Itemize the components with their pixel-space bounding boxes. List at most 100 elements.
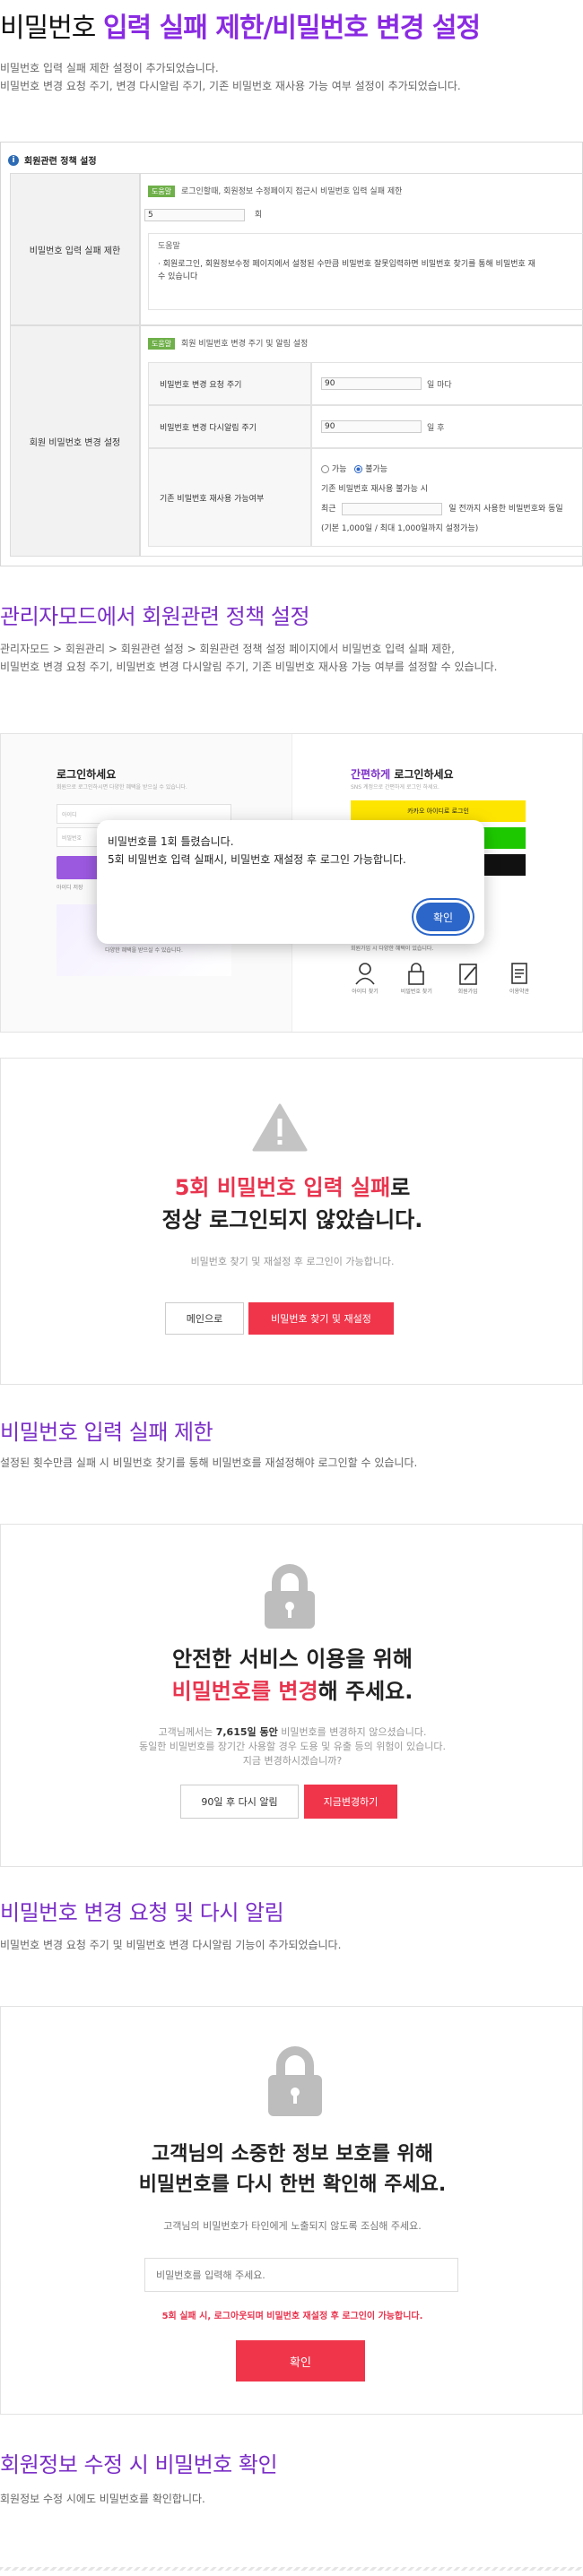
lock-shackle: [276, 2046, 314, 2079]
fail-headline-rest: 로: [390, 1175, 411, 1200]
change-headline: 안전한 서비스 이용을 위해 비밀번호를 변경해 주세요.: [1, 1643, 583, 1707]
reuse-radio-group: 가능 불가능: [321, 460, 575, 480]
confirm-headline-line2: 비밀번호를 다시 한번 확인해 주세요.: [138, 2174, 447, 2196]
login-right-title: 간편하게 로그인하세요: [351, 766, 454, 782]
fail-count-input[interactable]: 5: [144, 208, 245, 221]
change-headline-line1: 안전한 서비스 이용을 위해: [172, 1647, 413, 1672]
promo-caption2: 다양한 혜택을 받으실 수 있습니다.: [105, 947, 183, 954]
find-password-icon: [408, 963, 425, 985]
row1-label-cell: 비밀번호 입력 실패 제한: [10, 173, 140, 325]
change-now-button[interactable]: 지금변경하기: [304, 1785, 397, 1819]
section1-desc: 관리자모드 > 회원관리 > 회원관련 설정 > 회원관련 정책 설정 페이지에…: [0, 640, 579, 676]
page-desc-line1: 비밀번호 입력 실패 제한 설정이 추가되었습니다.: [0, 62, 219, 74]
sub2-label-cell: 비밀번호 변경 다시알림 주기: [148, 405, 311, 448]
page: 비밀번호 입력 실패 제한/비밀번호 변경 설정 비밀번호 입력 실패 제한 설…: [0, 0, 583, 2576]
change-info-line1: 고객님께서는 7,615일 동안 비밀번호를 변경하지 않으셨습니다.: [1, 1725, 583, 1740]
help-box-title: 도움말: [158, 242, 180, 251]
remind-cycle-unit: 일 후: [427, 423, 445, 433]
row2-label-cell: 회원 비밀번호 변경 설정: [10, 325, 140, 557]
reuse-days-row: 최근 일 전까지 사용한 비밀번호와 동일: [321, 499, 575, 519]
password-change-card: 안전한 서비스 이용을 위해 비밀번호를 변경해 주세요. 고객님께서는 7,6…: [0, 1524, 583, 1867]
lock-keyhole-stem: [288, 1609, 292, 1618]
help-box-line1: · 회원로그인, 회원정보수정 페이지에서 설정된 수만큼 비밀번호 잘못입력하…: [158, 260, 535, 269]
change-cycle-input[interactable]: 90: [321, 377, 422, 390]
radio-possible[interactable]: [321, 465, 329, 473]
dialog-line1: 비밀번호를 1회 틀렸습니다.: [108, 835, 234, 848]
find-password-label: 비밀번호 찾기: [400, 989, 432, 995]
sub3-value-cell: 가능 불가능 기존 비밀번호 재사용 불가능 시 최근 일 전까지 사용한 비밀…: [311, 448, 583, 547]
terms-icon: [511, 963, 527, 984]
password-error-dialog: 비밀번호를 1회 틀렸습니다. 5회 비밀번호 입력 실패시, 비밀번호 재설정…: [97, 820, 484, 944]
help-tag: 도움말: [148, 186, 176, 197]
reuse-days-prefix: 최근: [321, 505, 336, 514]
change-cycle-unit: 일 마다: [427, 380, 452, 390]
dialog-confirm-button[interactable]: 확인: [416, 903, 470, 931]
sub2-value-cell: 90 일 후: [311, 405, 583, 448]
page-title-plain: 비밀번호: [0, 13, 96, 44]
reuse-note: 기존 비밀번호 재사용 불가능 시: [321, 485, 429, 494]
section4-desc: 회원정보 수정 시에도 비밀번호를 확인합니다.: [0, 2493, 205, 2505]
radio-impossible-label: 불가능: [365, 465, 388, 474]
section1-desc-line1: 관리자모드 > 회원관리 > 회원관련 설정 > 회원관련 정책 설정 페이지에…: [0, 643, 455, 655]
join-icon: [458, 964, 477, 985]
remind-later-button[interactable]: 90일 후 다시 알림: [180, 1785, 299, 1819]
login-left-sub: 회원으로 로그인하시면 다양한 혜택을 받으실 수 있습니다.: [57, 784, 187, 791]
login-right-caption: 회원가입 시 다양한 혜택이 있습니다.: [351, 946, 434, 952]
section3-title: 비밀번호 변경 요청 및 다시 알림: [0, 1900, 284, 1925]
join-label: 회원가입: [457, 989, 478, 995]
bottom-divider: [0, 2567, 583, 2571]
page-desc-line2: 비밀번호 변경 요청 주기, 변경 다시알림 주기, 기존 비밀번호 재사용 가…: [0, 80, 461, 92]
row1-hint: 도움말 로그인할때, 회원정보 수정페이지 접근시 비밀번호 입력 실패 제한: [148, 185, 402, 197]
row2-hint: 도움말 회원 비밀번호 변경 주기 및 알림 설정: [148, 337, 308, 350]
lock-icon: [265, 1564, 315, 1629]
confirm-button[interactable]: 확인: [236, 2340, 365, 2382]
dialog-line2: 5회 비밀번호 입력 실패시, 비밀번호 재설정 후 로그인 가능합니다.: [108, 853, 406, 866]
sub2-label: 비밀번호 변경 다시알림 주기: [160, 423, 257, 433]
login-left-title: 로그인하세요: [57, 768, 117, 781]
find-id-link[interactable]: 아이디 찾기: [344, 960, 387, 1014]
row1-count-field: 5 회: [144, 208, 262, 221]
login-right-title-accent: 간편하게: [351, 768, 391, 781]
row1-label: 비밀번호 입력 실패 제한: [29, 246, 121, 256]
find-id-label: 아이디 찾기: [352, 989, 379, 995]
password-confirm-card: 고객님의 소중한 정보 보호를 위해 비밀번호를 다시 한번 확인해 주세요. …: [0, 2006, 583, 2415]
radio-impossible[interactable]: [354, 465, 363, 473]
confirm-subtext: 고객님의 비밀번호가 타인에게 노출되지 않도록 조심해 주세요.: [163, 2220, 422, 2232]
warning-icon: [252, 1103, 308, 1152]
password-confirm-input[interactable]: [144, 2258, 458, 2292]
confirm-headline-line1: 고객님의 소중한 정보 보호를 위해: [152, 2143, 433, 2165]
change-info1-c: 비밀번호를 변경하지 않으셨습니다.: [277, 1726, 427, 1738]
fail-subtext: 비밀번호 찾기 및 재설정 후 로그인이 가능합니다.: [190, 1256, 395, 1267]
section4-title: 회원정보 수정 시 비밀번호 확인: [0, 2452, 278, 2477]
admin-policy-panel: i 회원관련 정책 설정 비밀번호 입력 실패 제한 도움말 로그인할때, 회원…: [0, 142, 583, 566]
row2-label: 회원 비밀번호 변경 설정: [29, 437, 121, 448]
reuse-days-limit: (기본 1,000일 / 최대 1,000일까지 설정가능): [321, 524, 479, 533]
find-id-icon: [355, 963, 375, 985]
section2-desc: 설정된 횟수만큼 실패 시 비밀번호 찾기를 통해 비밀번호를 재설정해야 로그…: [0, 1457, 418, 1469]
help-box-line2: 수 있습니다: [158, 272, 198, 281]
change-info-line3: 지금 변경하시겠습니까?: [242, 1755, 343, 1767]
join-link[interactable]: 회원가입: [447, 960, 490, 1014]
section1-title: 관리자모드에서 회원관련 정책 설정: [0, 604, 310, 629]
fail-count-unit: 회: [254, 211, 263, 220]
find-reset-password-button[interactable]: 비밀번호 찾기 및 재설정: [248, 1302, 394, 1335]
terms-link[interactable]: 이용약관: [498, 960, 541, 1014]
find-password-link[interactable]: 비밀번호 찾기: [395, 960, 438, 1014]
sub1-label: 비밀번호 변경 요청 주기: [160, 380, 242, 390]
section2-title: 비밀번호 입력 실패 제한: [0, 1420, 213, 1445]
save-id-link[interactable]: 아이디 저장: [57, 883, 83, 891]
page-title-accent: 입력 실패 제한/비밀번호 변경 설정: [102, 13, 481, 44]
login-fail-card: 5회 비밀번호 입력 실패로 정상 로그인되지 않았습니다. 비밀번호 찾기 및…: [0, 1058, 583, 1385]
fail-headline: 5회 비밀번호 입력 실패로 정상 로그인되지 않았습니다.: [1, 1171, 583, 1236]
row2-hint-text: 회원 비밀번호 변경 주기 및 알림 설정: [180, 340, 309, 349]
fail-headline-line2: 정상 로그인되지 않았습니다.: [161, 1207, 423, 1232]
go-main-button[interactable]: 메인으로: [165, 1302, 244, 1335]
help-tag: 도움말: [148, 338, 176, 350]
kakao-login-button[interactable]: 카카오 아이디로 로그인: [351, 800, 526, 822]
row1-hint-text: 로그인할때, 회원정보 수정페이지 접근시 비밀번호 입력 실패 제한: [180, 187, 403, 196]
reuse-days-input[interactable]: [342, 502, 443, 515]
remind-cycle-input[interactable]: 90: [321, 420, 422, 433]
sub1-label-cell: 비밀번호 변경 요청 주기: [148, 362, 311, 405]
admin-panel-heading: i 회원관련 정책 설정: [8, 153, 97, 167]
confirm-headline: 고객님의 소중한 정보 보호를 위해 비밀번호를 다시 한번 확인해 주세요.: [1, 2139, 583, 2200]
